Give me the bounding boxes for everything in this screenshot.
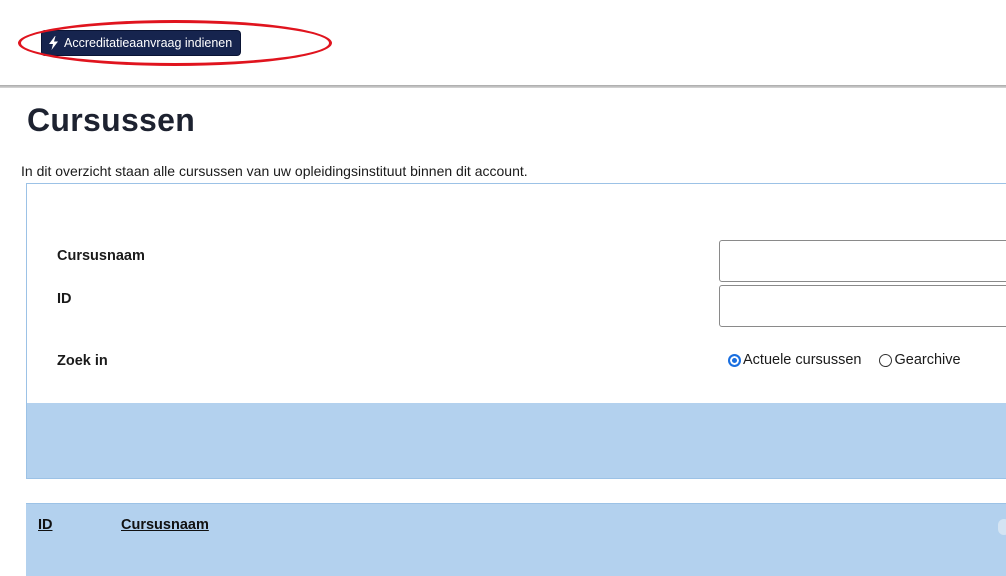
search-in-label: Zoek in: [57, 353, 108, 369]
radio-label-archived-courses: Gearchive: [894, 352, 961, 368]
course-name-input[interactable]: [719, 240, 1006, 282]
course-name-label: Cursusnaam: [57, 248, 145, 264]
radio-unchecked-icon[interactable]: [879, 353, 893, 367]
page-intro-text: In dit overzicht staan alle cursussen va…: [21, 163, 528, 179]
header-divider: [0, 85, 1006, 88]
radio-checked-icon[interactable]: [728, 353, 741, 367]
id-label: ID: [57, 291, 72, 307]
search-panel-footer: [27, 403, 1006, 478]
page-title: Cursussen: [27, 102, 196, 138]
search-in-radio-group: Actuele cursussen Gearchive: [728, 352, 979, 368]
radio-option-current-courses[interactable]: Actuele cursussen: [728, 352, 861, 368]
column-header-course-name[interactable]: Cursusnaam: [121, 517, 209, 533]
column-header-id[interactable]: ID: [38, 517, 53, 533]
header-edge-indicator: [998, 519, 1006, 535]
radio-label-current-courses: Actuele cursussen: [743, 352, 862, 368]
results-table-header: [26, 503, 1006, 576]
id-input[interactable]: [719, 285, 1006, 327]
radio-option-archived-courses[interactable]: Gearchive: [879, 352, 961, 368]
highlight-annotation-ellipse: [18, 20, 332, 66]
